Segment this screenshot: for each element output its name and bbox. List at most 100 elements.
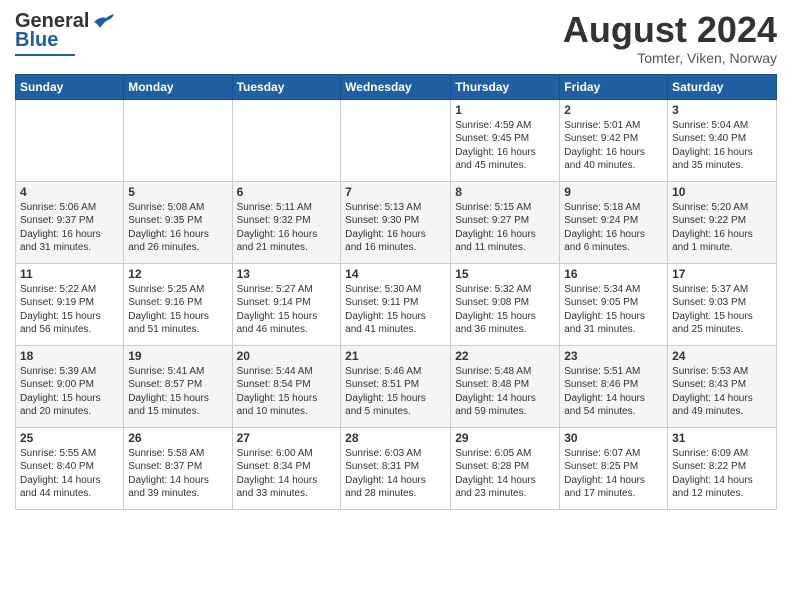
header-monday: Monday	[124, 74, 232, 99]
calendar-cell: 2 Sunrise: 5:01 AM Sunset: 9:42 PM Daylig…	[560, 99, 668, 181]
calendar-cell: 31Sunrise: 6:09 AM Sunset: 8:22 PM Dayli…	[668, 427, 777, 509]
day-info: Sunrise: 5:01 AM Sunset: 9:42 PM Dayligh…	[564, 119, 663, 173]
day-info: Sunrise: 6:05 AM Sunset: 8:28 PM Dayligh…	[455, 447, 555, 501]
day-number: 24	[672, 349, 772, 363]
day-number: 23	[564, 349, 663, 363]
day-info: Sunrise: 5:06 AM Sunset: 9:37 PM Dayligh…	[20, 201, 119, 255]
day-number: 19	[128, 349, 227, 363]
logo-bird-icon	[92, 14, 114, 30]
calendar-cell: 8Sunrise: 5:15 AM Sunset: 9:27 PM Daylig…	[451, 181, 560, 263]
day-number: 20	[237, 349, 337, 363]
day-number: 2	[564, 103, 663, 117]
day-number: 16	[564, 267, 663, 281]
calendar-cell: 1Sunrise: 4:59 AM Sunset: 9:45 PM Daylig…	[451, 99, 560, 181]
calendar-cell: 6 Sunrise: 5:11 AM Sunset: 9:32 PM Daylig…	[232, 181, 341, 263]
day-info: Sunrise: 5:58 AM Sunset: 8:37 PM Dayligh…	[128, 447, 227, 501]
day-number: 27	[237, 431, 337, 445]
week-row-2: 4Sunrise: 5:06 AM Sunset: 9:37 PM Daylig…	[16, 181, 777, 263]
day-number: 15	[455, 267, 555, 281]
location-text: Tomter, Viken, Norway	[563, 50, 777, 66]
week-row-3: 11 Sunrise: 5:22 AM Sunset: 9:19 PM Dayli…	[16, 263, 777, 345]
day-info: Sunrise: 6:07 AM Sunset: 8:25 PM Dayligh…	[564, 447, 663, 501]
calendar-cell: 28Sunrise: 6:03 AM Sunset: 8:31 PM Dayli…	[341, 427, 451, 509]
day-number: 25	[20, 431, 119, 445]
calendar-cell: 30 Sunrise: 6:07 AM Sunset: 8:25 PM Dayli…	[560, 427, 668, 509]
calendar-cell: 19 Sunrise: 5:41 AM Sunset: 8:57 PM Dayli…	[124, 345, 232, 427]
day-info: Sunrise: 5:32 AM Sunset: 9:08 PM Dayligh…	[455, 283, 555, 337]
calendar-cell: 26 Sunrise: 5:58 AM Sunset: 8:37 PM Dayli…	[124, 427, 232, 509]
day-number: 18	[20, 349, 119, 363]
day-info: Sunrise: 6:09 AM Sunset: 8:22 PM Dayligh…	[672, 447, 772, 501]
header-friday: Friday	[560, 74, 668, 99]
calendar-cell: 29 Sunrise: 6:05 AM Sunset: 8:28 PM Dayli…	[451, 427, 560, 509]
day-number: 5	[128, 185, 227, 199]
day-info: Sunrise: 5:13 AM Sunset: 9:30 PM Dayligh…	[345, 201, 446, 255]
calendar-cell: 15 Sunrise: 5:32 AM Sunset: 9:08 PM Dayli…	[451, 263, 560, 345]
day-number: 17	[672, 267, 772, 281]
day-number: 11	[20, 267, 119, 281]
header-sunday: Sunday	[16, 74, 124, 99]
day-info: Sunrise: 5:22 AM Sunset: 9:19 PM Dayligh…	[20, 283, 119, 337]
day-info: Sunrise: 6:03 AM Sunset: 8:31 PM Dayligh…	[345, 447, 446, 501]
header-thursday: Thursday	[451, 74, 560, 99]
day-number: 29	[455, 431, 555, 445]
calendar-cell	[124, 99, 232, 181]
day-info: Sunrise: 5:08 AM Sunset: 9:35 PM Dayligh…	[128, 201, 227, 255]
calendar-cell: 3Sunrise: 5:04 AM Sunset: 9:40 PM Daylig…	[668, 99, 777, 181]
calendar-cell: 10 Sunrise: 5:20 AM Sunset: 9:22 PM Dayli…	[668, 181, 777, 263]
logo-underline	[15, 54, 75, 56]
calendar-cell: 7Sunrise: 5:13 AM Sunset: 9:30 PM Daylig…	[341, 181, 451, 263]
calendar-cell: 25Sunrise: 5:55 AM Sunset: 8:40 PM Dayli…	[16, 427, 124, 509]
calendar-cell	[232, 99, 341, 181]
calendar-cell: 13Sunrise: 5:27 AM Sunset: 9:14 PM Dayli…	[232, 263, 341, 345]
day-info: Sunrise: 5:48 AM Sunset: 8:48 PM Dayligh…	[455, 365, 555, 419]
logo: General Blue	[15, 10, 114, 56]
day-number: 12	[128, 267, 227, 281]
logo-blue-text: Blue	[15, 29, 58, 52]
day-number: 22	[455, 349, 555, 363]
calendar-cell: 23 Sunrise: 5:51 AM Sunset: 8:46 PM Dayli…	[560, 345, 668, 427]
day-info: Sunrise: 5:51 AM Sunset: 8:46 PM Dayligh…	[564, 365, 663, 419]
day-info: Sunrise: 5:20 AM Sunset: 9:22 PM Dayligh…	[672, 201, 772, 255]
day-info: Sunrise: 5:41 AM Sunset: 8:57 PM Dayligh…	[128, 365, 227, 419]
day-number: 30	[564, 431, 663, 445]
day-number: 21	[345, 349, 446, 363]
month-title: August 2024	[563, 10, 777, 50]
calendar-cell: 11 Sunrise: 5:22 AM Sunset: 9:19 PM Dayli…	[16, 263, 124, 345]
day-info: Sunrise: 5:15 AM Sunset: 9:27 PM Dayligh…	[455, 201, 555, 255]
day-info: Sunrise: 5:39 AM Sunset: 9:00 PM Dayligh…	[20, 365, 119, 419]
day-number: 14	[345, 267, 446, 281]
title-section: August 2024 Tomter, Viken, Norway	[563, 10, 777, 66]
week-row-5: 25Sunrise: 5:55 AM Sunset: 8:40 PM Dayli…	[16, 427, 777, 509]
day-info: Sunrise: 6:00 AM Sunset: 8:34 PM Dayligh…	[237, 447, 337, 501]
day-info: Sunrise: 5:46 AM Sunset: 8:51 PM Dayligh…	[345, 365, 446, 419]
calendar-cell: 5 Sunrise: 5:08 AM Sunset: 9:35 PM Daylig…	[124, 181, 232, 263]
calendar-cell: 27 Sunrise: 6:00 AM Sunset: 8:34 PM Dayli…	[232, 427, 341, 509]
calendar-cell: 14 Sunrise: 5:30 AM Sunset: 9:11 PM Dayli…	[341, 263, 451, 345]
day-info: Sunrise: 5:44 AM Sunset: 8:54 PM Dayligh…	[237, 365, 337, 419]
day-number: 13	[237, 267, 337, 281]
page-header: General Blue August 2024 Tomter, Viken, …	[15, 10, 777, 66]
day-info: Sunrise: 5:25 AM Sunset: 9:16 PM Dayligh…	[128, 283, 227, 337]
day-info: Sunrise: 5:11 AM Sunset: 9:32 PM Dayligh…	[237, 201, 337, 255]
day-info: Sunrise: 5:37 AM Sunset: 9:03 PM Dayligh…	[672, 283, 772, 337]
day-info: Sunrise: 5:30 AM Sunset: 9:11 PM Dayligh…	[345, 283, 446, 337]
week-row-4: 18 Sunrise: 5:39 AM Sunset: 9:00 PM Dayli…	[16, 345, 777, 427]
calendar-cell: 22 Sunrise: 5:48 AM Sunset: 8:48 PM Dayli…	[451, 345, 560, 427]
header-tuesday: Tuesday	[232, 74, 341, 99]
calendar-cell: 16 Sunrise: 5:34 AM Sunset: 9:05 PM Dayli…	[560, 263, 668, 345]
day-number: 1	[455, 103, 555, 117]
calendar-cell: 21 Sunrise: 5:46 AM Sunset: 8:51 PM Dayli…	[341, 345, 451, 427]
day-number: 3	[672, 103, 772, 117]
day-number: 26	[128, 431, 227, 445]
calendar-cell	[16, 99, 124, 181]
day-number: 9	[564, 185, 663, 199]
calendar-cell: 9Sunrise: 5:18 AM Sunset: 9:24 PM Daylig…	[560, 181, 668, 263]
day-number: 10	[672, 185, 772, 199]
day-number: 6	[237, 185, 337, 199]
calendar-cell: 18 Sunrise: 5:39 AM Sunset: 9:00 PM Dayli…	[16, 345, 124, 427]
calendar-cell: 12 Sunrise: 5:25 AM Sunset: 9:16 PM Dayli…	[124, 263, 232, 345]
calendar-cell: 20 Sunrise: 5:44 AM Sunset: 8:54 PM Dayli…	[232, 345, 341, 427]
calendar-table: SundayMondayTuesdayWednesdayThursdayFrid…	[15, 74, 777, 510]
day-info: Sunrise: 5:34 AM Sunset: 9:05 PM Dayligh…	[564, 283, 663, 337]
